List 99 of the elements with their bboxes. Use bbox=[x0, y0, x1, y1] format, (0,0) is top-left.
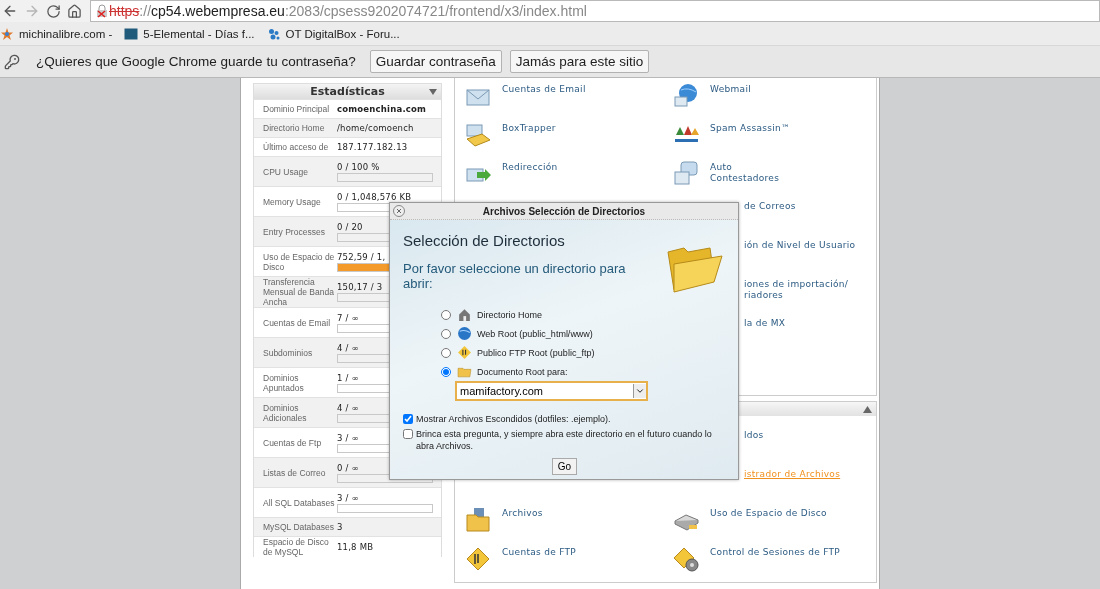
stat-label: Espacio de Disco de MySQL bbox=[263, 537, 330, 557]
stat-label: Directorio Home bbox=[263, 123, 326, 133]
stat-label: Subdominios bbox=[263, 347, 314, 358]
feature-link[interactable]: iones de importación/ riadores bbox=[744, 279, 849, 301]
dialog-title: Archivos Selección de Directorios bbox=[482, 205, 646, 217]
directory-radio[interactable] bbox=[441, 328, 451, 339]
speech-bubble-icon bbox=[672, 160, 700, 188]
warning-sign-icon bbox=[457, 345, 472, 360]
checkbox-label: Brinca esta pregunta, y siempre abra este directorio en el futuro cuando lo abra Archivos. bbox=[416, 428, 713, 452]
stat-value: 3 bbox=[337, 522, 343, 532]
feature-link[interactable]: Uso de Espacio de Disco bbox=[710, 508, 827, 519]
stat-value: comoenchina.com bbox=[337, 104, 427, 114]
stat-value: 150,17 / 3 bbox=[337, 282, 383, 292]
feature-link[interactable]: Spam Assassin™ bbox=[710, 123, 791, 134]
globe-icon bbox=[457, 326, 472, 341]
domain-select[interactable]: mamifactory.com bbox=[455, 381, 648, 401]
directory-radio[interactable] bbox=[441, 347, 451, 358]
warning-sign-icon bbox=[464, 545, 492, 573]
sign-gear-icon bbox=[672, 545, 700, 573]
caret-icon bbox=[635, 386, 645, 396]
stat-value: /home/comoench bbox=[337, 123, 414, 133]
password-prompt: ¿Quieres que Google Chrome guarde tu contraseña? bbox=[36, 54, 356, 69]
stat-value: 0 / ∞ bbox=[337, 462, 359, 473]
stat-value: 0 / 20 bbox=[337, 221, 363, 232]
house-icon bbox=[457, 307, 472, 322]
stat-value: 4 / ∞ bbox=[337, 402, 359, 413]
stat-label: Último acceso de bbox=[263, 142, 330, 152]
feature-link[interactable]: Redirección bbox=[502, 162, 558, 173]
stat-label: Transferencia Mensual de Banda Ancha bbox=[263, 277, 335, 307]
stat-value: 3 / ∞ bbox=[337, 432, 359, 443]
stat-label: CPU Usage bbox=[263, 166, 309, 177]
collapse-triangle-icon[interactable] bbox=[863, 405, 872, 413]
square-badge-icon bbox=[124, 26, 139, 41]
stat-value: 752,59 / 1, bbox=[337, 251, 386, 262]
globe-envelope-icon bbox=[672, 82, 700, 110]
panel-title: Estadísticas bbox=[310, 85, 385, 98]
stat-value: 4 / ∞ bbox=[337, 342, 359, 353]
feature-link[interactable]: Auto Contestadores bbox=[710, 162, 780, 184]
bookmark[interactable]: michinalibre.com - bbox=[0, 26, 113, 41]
dialog-heading: Selección de Directorios bbox=[403, 232, 566, 249]
stat-label: Memory Usage bbox=[263, 196, 322, 207]
stat-value: 7 / ∞ bbox=[337, 312, 359, 323]
stat-label: Cuentas de Ftp bbox=[263, 437, 323, 448]
dots-icon bbox=[266, 26, 281, 41]
stat-value: 11,8 MB bbox=[337, 542, 374, 552]
option-checkbox[interactable] bbox=[403, 414, 413, 424]
collapse-triangle-icon[interactable] bbox=[429, 89, 437, 95]
infobar-button[interactable]: Guardar contraseña bbox=[369, 50, 502, 73]
stat-label: Listas de Correo bbox=[263, 467, 327, 478]
feature-link[interactable]: Cuentas de Email bbox=[502, 84, 586, 95]
feature-link[interactable]: ldos bbox=[744, 430, 764, 441]
address-bar[interactable]: https://cp54.webempresa.eu:2083/cpsess9202074721/frontend/x3/index.html bbox=[90, 0, 1100, 22]
dialog-prompt: Por favor seleccione un directorio para abrir: bbox=[403, 261, 627, 291]
feature-link[interactable]: ión de Nivel de Usuario bbox=[744, 240, 856, 251]
infobar-button[interactable]: Jamás para este sitio bbox=[509, 50, 650, 73]
stat-label: Dominios Adicionales bbox=[263, 402, 308, 423]
stat-label: Uso de Espacio de Disco bbox=[263, 251, 336, 272]
feature-link[interactable]: de Correos bbox=[744, 201, 796, 212]
feature-link[interactable]: Control de Sesiones de FTP bbox=[710, 547, 841, 558]
star-icon bbox=[0, 26, 14, 41]
broken-lock-icon bbox=[95, 4, 109, 18]
url-text: cp54.webempresa.eu bbox=[151, 3, 285, 19]
stat-value: 0 / 100 % bbox=[337, 161, 380, 172]
close-icon[interactable] bbox=[393, 205, 405, 217]
home-icon[interactable] bbox=[67, 3, 82, 19]
bookmark[interactable]: OT DigitalBox - Foru... bbox=[266, 26, 400, 41]
directory-radio[interactable] bbox=[441, 366, 451, 377]
checkbox-label: Mostrar Archivos Escondidos (dotfiles: .ejemplo). bbox=[416, 413, 611, 425]
stat-label: All SQL Databases bbox=[263, 497, 336, 508]
feature-link[interactable]: Archivos bbox=[502, 508, 543, 519]
stat-label: Dominio Principal bbox=[263, 104, 331, 114]
key-icon bbox=[4, 53, 20, 70]
stat-value: 187.177.182.13 bbox=[337, 142, 408, 152]
stat-label: Entry Processes bbox=[263, 226, 326, 237]
option-label: Documento Root para: bbox=[477, 366, 568, 377]
stat-label: MySQL Databases bbox=[263, 522, 336, 532]
bookmark[interactable]: 5-Elemental - Días f... bbox=[124, 26, 255, 41]
reload-icon[interactable] bbox=[46, 3, 61, 19]
option-checkbox[interactable] bbox=[403, 429, 413, 439]
url-text: :// bbox=[139, 3, 152, 19]
stat-label: Cuentas de Email bbox=[263, 317, 332, 328]
url-text: https bbox=[109, 3, 140, 19]
feature-link[interactable]: la de MX bbox=[744, 318, 786, 329]
option-label: Publico FTP Root (public_ftp) bbox=[477, 347, 595, 358]
feature-link[interactable]: Webmail bbox=[710, 84, 751, 95]
option-label: Directorio Home bbox=[477, 309, 543, 320]
stat-value: 3 / ∞ bbox=[337, 492, 359, 503]
directory-radio[interactable] bbox=[441, 309, 451, 320]
option-label: Web Root (public_html/www) bbox=[477, 328, 593, 339]
stat-value: 0 / 1,048,576 KB bbox=[337, 191, 412, 202]
back-icon[interactable] bbox=[2, 3, 18, 19]
url-text: :2083/cpsess9202074721/frontend/x3/index.html bbox=[284, 3, 587, 19]
folder-icon bbox=[666, 246, 724, 294]
stat-label: Dominios Apuntados bbox=[263, 372, 305, 393]
folder-icon bbox=[464, 506, 492, 534]
feature-link[interactable]: BoxTrapper bbox=[502, 123, 556, 134]
feature-link[interactable]: Cuentas de FTP bbox=[502, 547, 577, 558]
go-button[interactable]: Go bbox=[551, 458, 578, 475]
stat-value: 1 / ∞ bbox=[337, 372, 359, 383]
